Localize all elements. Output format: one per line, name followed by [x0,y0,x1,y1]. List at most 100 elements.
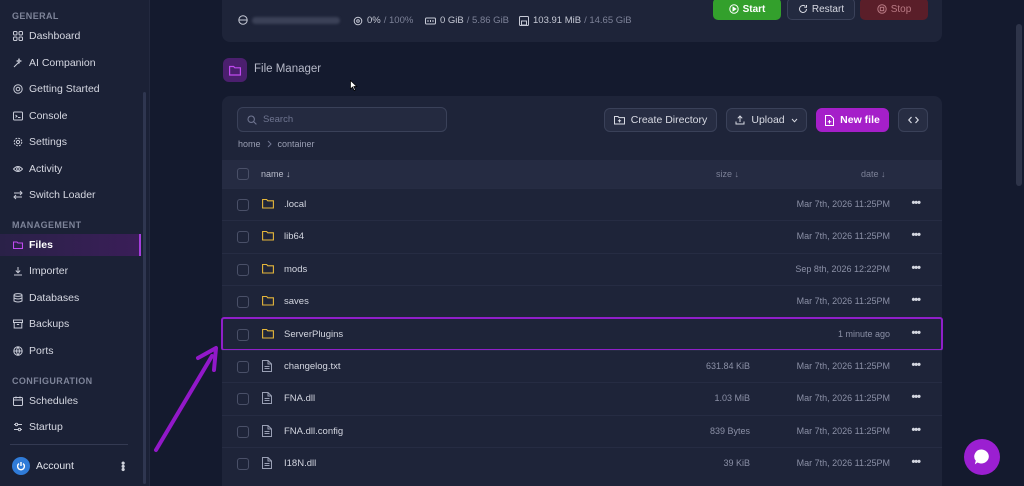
more-options-icon[interactable]: ••• [911,456,921,468]
file-name[interactable]: saves [284,296,309,307]
code-view-button[interactable] [898,108,928,132]
folder-icon [262,263,274,274]
sidebar-item-getting-started[interactable]: Getting Started [0,78,141,100]
create-directory-button[interactable]: Create Directory [604,108,717,132]
file-manager-badge [223,58,247,82]
table-row[interactable]: FNA.dll 1.03 MiB Mar 7th, 2026 11:25PM ••• [222,382,942,414]
more-options-icon[interactable]: ••• [911,294,921,306]
row-checkbox[interactable] [237,361,249,373]
sidebar-item-switch-loader[interactable]: Switch Loader [0,184,141,206]
sidebar-item-console[interactable]: Console [0,105,141,127]
table-row[interactable]: changelog.txt 631.84 KiB Mar 7th, 2026 11:… [222,350,942,382]
chevron-down-icon [791,118,798,123]
folder-icon [262,328,274,339]
sidebar-item-ports[interactable]: Ports [0,340,141,362]
table-row[interactable]: saves Mar 7th, 2026 11:25PM ••• [222,285,942,317]
code-icon [907,116,919,124]
dashboard-icon [13,31,23,41]
more-options-icon[interactable]: ••• [911,197,921,209]
restart-button[interactable]: Restart [787,0,855,20]
select-all-checkbox[interactable] [237,168,249,180]
account-menu[interactable]: Account ••• [12,456,130,476]
sidebar-item-files[interactable]: Files [0,234,141,256]
sidebar-item-dashboard[interactable]: Dashboard [0,25,141,47]
chat-bubble-icon [974,449,989,465]
search-input[interactable]: Search [237,107,447,132]
table-row[interactable]: ServerPlugins 1 minute ago ••• [221,316,943,351]
file-size: 1.03 MiB [714,393,750,404]
sidebar-item-settings[interactable]: Settings [0,131,141,153]
row-checkbox[interactable] [237,296,249,309]
row-checkbox[interactable] [237,328,249,341]
column-name-header[interactable]: name ↓ [261,169,291,179]
avatar [12,457,30,475]
row-checkbox[interactable] [237,199,249,211]
file-name[interactable]: mods [284,264,307,275]
section-title-general: GENERAL [12,11,59,21]
sidebar-item-label: Databases [29,292,80,304]
more-options-icon[interactable]: ••• [911,391,921,403]
sidebar-item-databases[interactable]: Databases [0,287,141,309]
row-checkbox[interactable] [237,263,249,276]
upload-button[interactable]: Upload [726,108,807,132]
upload-icon [735,115,745,125]
more-options-icon[interactable]: ••• [911,262,921,274]
row-checkbox[interactable] [237,393,249,406]
sidebar-item-activity[interactable]: Activity [0,158,141,180]
table-row[interactable]: FNA.dll.config 839 Bytes Mar 7th, 2026 11:… [222,414,942,447]
file-name[interactable]: lib64 [284,231,304,242]
sidebar-item-backups[interactable]: Backups [0,313,141,335]
page-scrollbar[interactable] [1016,24,1022,186]
sidebar-item-importer[interactable]: Importer [0,260,141,282]
memory-usage: 0 GiB / 5.86 GiB [425,15,509,26]
column-date-header[interactable]: date ↓ [861,169,886,179]
more-options-icon[interactable]: ••• [911,424,921,436]
column-size-header[interactable]: size ↓ [716,169,739,179]
row-checkbox[interactable] [237,231,249,244]
file-name[interactable]: FNA.dll [284,393,315,404]
sidebar-item-label: Backups [29,318,70,330]
annotation-arrow [154,346,218,452]
more-vertical-icon[interactable]: ••• [116,461,130,471]
table-row[interactable]: .local Mar 7th, 2026 11:25PM ••• [222,188,942,220]
breadcrumb-home[interactable]: home [238,139,261,149]
table-row[interactable]: lib64 Mar 7th, 2026 11:25PM ••• [222,220,942,252]
file-name[interactable]: I18N.dll [284,458,316,469]
sidebar-item-label: Ports [29,345,54,357]
sidebar-item-startup[interactable]: Startup [0,416,141,438]
sidebar-item-schedules[interactable]: Schedules [0,390,141,412]
chat-button[interactable] [964,439,1000,475]
sidebar-scrollbar[interactable] [143,92,146,484]
file-date: 1 minute ago [837,328,890,339]
table-row[interactable]: I18N.dll 39 KiB Mar 7th, 2026 11:25PM ••• [222,447,942,479]
stop-button[interactable]: Stop [860,0,928,20]
gear-icon [13,137,23,147]
file-date: Mar 7th, 2026 11:25PM [796,393,890,404]
breadcrumb-container[interactable]: container [278,139,315,149]
mouse-cursor-icon [350,80,358,92]
section-title-management: MANAGEMENT [12,220,82,230]
sidebar-item-label: Activity [29,163,63,175]
new-file-button[interactable]: New file [816,108,889,132]
file-name[interactable]: ServerPlugins [284,329,343,340]
cpu-value: 0% [367,15,381,26]
create-directory-label: Create Directory [630,114,708,126]
more-options-icon[interactable]: ••• [911,359,921,371]
table-row[interactable]: mods Sep 8th, 2026 12:22PM ••• [222,252,942,285]
file-name[interactable]: .local [284,199,306,210]
row-checkbox[interactable] [237,425,249,438]
file-date: Mar 7th, 2026 11:25PM [796,425,890,436]
file-name[interactable]: FNA.dll.config [284,426,343,437]
more-options-icon[interactable]: ••• [911,229,921,241]
row-checkbox[interactable] [237,458,249,471]
sidebar-item-ai-companion[interactable]: AI Companion [0,52,141,74]
memory-icon [425,16,436,26]
file-name[interactable]: changelog.txt [284,361,341,372]
sidebar-item-label: Settings [29,136,67,148]
lifebuoy-icon [13,84,23,94]
start-button[interactable]: Start [713,0,781,20]
more-options-icon[interactable]: ••• [911,327,921,339]
sparkles-icon [13,58,23,68]
new-file-label: New file [840,114,880,126]
file-date: Mar 7th, 2026 11:25PM [796,231,890,242]
